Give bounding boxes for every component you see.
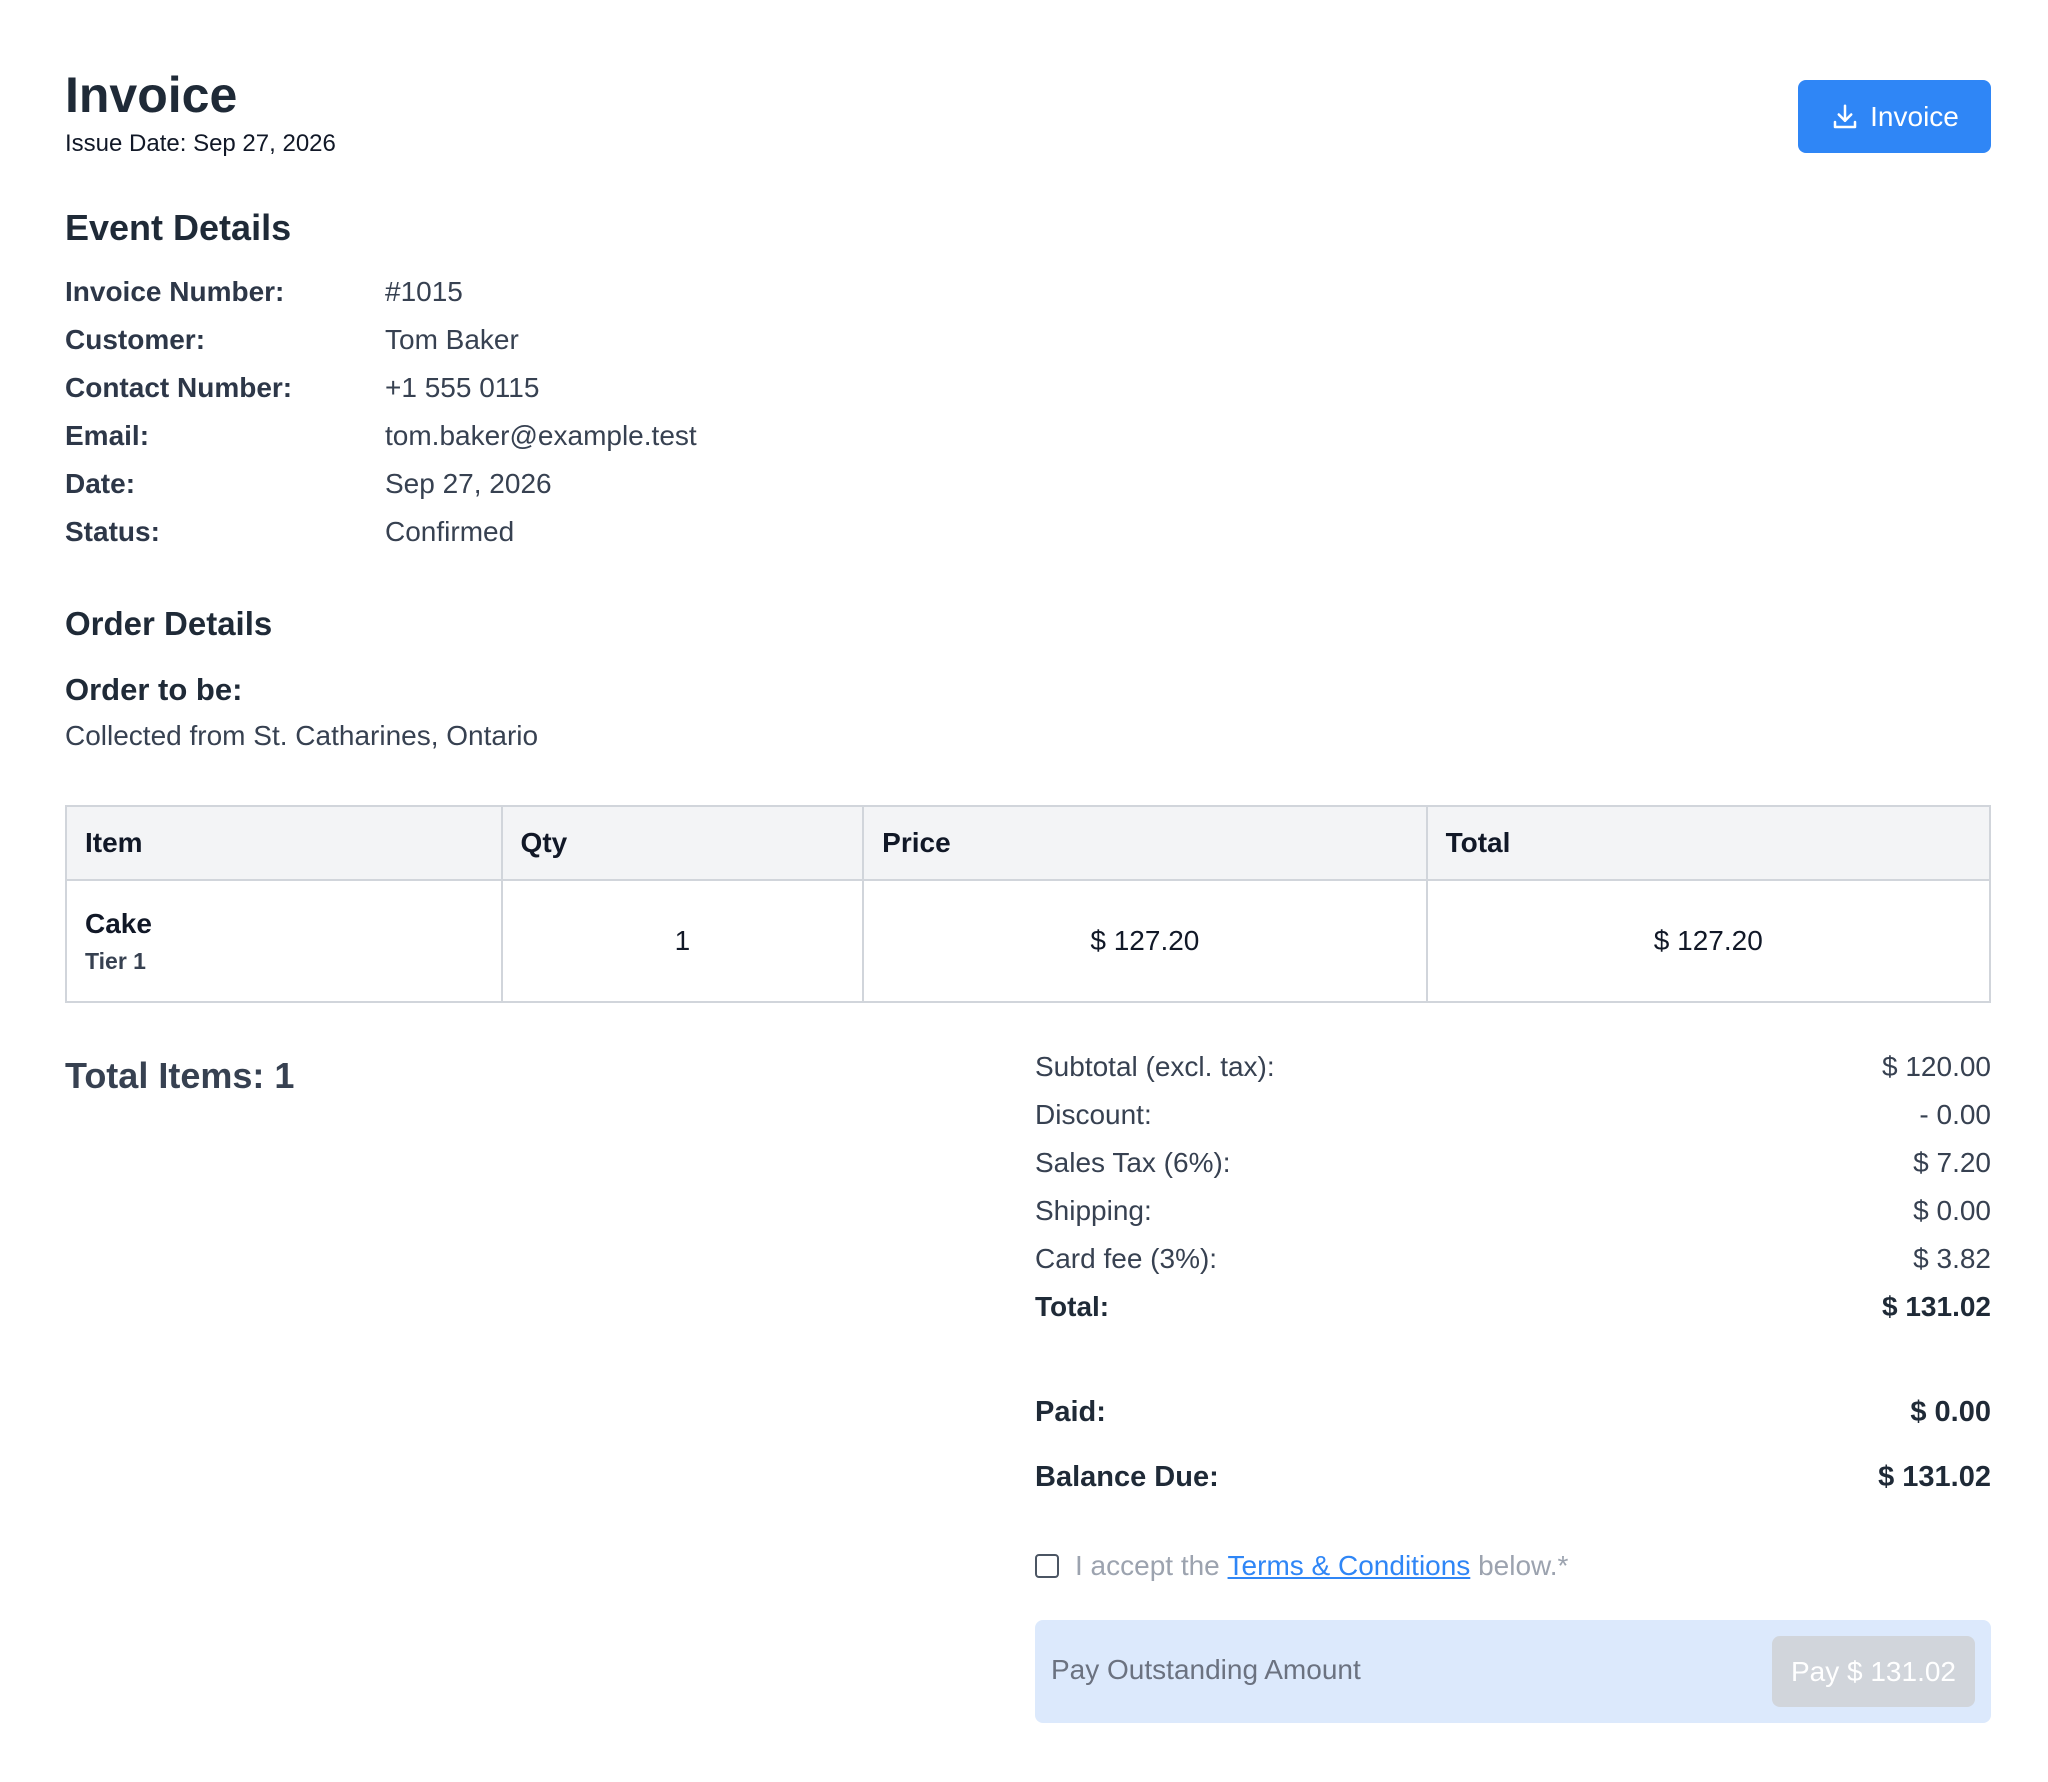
terms-checkbox[interactable] [1035,1554,1059,1578]
detail-value: tom.baker@example.test [385,420,697,451]
column-header-price: Price [862,805,1428,881]
column-header-total: Total [1425,805,1992,881]
detail-label: Invoice Number: [65,276,285,307]
total-items: Total Items: 1 [65,1055,295,1096]
detail-value: +1 555 0115 [385,372,540,403]
pay-button[interactable]: Pay $ 131.02 [1772,1636,1975,1707]
fulfilment-location: Collected from St. Catharines, Ontario [65,720,539,751]
terms-acceptance: I accept the Terms & Conditions below.* [1035,1550,1568,1582]
summary-label: Total: [1035,1291,1110,1322]
summary-value: $ 0.00 [1913,1195,1991,1226]
summary-label: Discount: [1035,1099,1152,1130]
summary-row-shipping: Shipping: $ 0.00 [1035,1195,1991,1235]
item-total: $ 127.20 [1425,879,1992,1003]
detail-label: Status: [65,516,160,547]
event-details-heading: Event Details [65,207,292,248]
invoice-page: Invoice Issue Date: Sep 27, 2026 Invoice… [65,0,1992,1782]
issue-date: Issue Date: Sep 27, 2026 [65,130,336,157]
items-table: Item Qty Price Total Cake Tier 1 1 $ 127… [65,805,1992,1003]
summary-label: Card fee (3%): [1035,1243,1218,1274]
detail-label: Customer: [65,324,206,355]
order-to-be-heading: Order to be: [65,672,243,707]
pay-outstanding-panel: Pay Outstanding Amount Pay $ 131.02 [1035,1620,1991,1723]
download-invoice-label: Invoice [1870,100,1959,132]
balance-due-label: Balance Due: [1035,1461,1219,1493]
column-header-item: Item [65,805,503,881]
paid-label: Paid: [1035,1396,1106,1428]
summary-value: $ 3.82 [1913,1243,1991,1274]
balance-due-value: $ 131.02 [1878,1461,1991,1493]
item-variant: Tier 1 [85,947,146,974]
summary-row-card-fee: Card fee (3%): $ 3.82 [1035,1243,1991,1283]
terms-link[interactable]: Terms & Conditions [1228,1550,1471,1582]
detail-value: Confirmed [385,516,515,547]
table-row: Cake Tier 1 1 $ 127.20 $ 127.20 [65,879,1992,1003]
summary-label: Shipping: [1035,1195,1152,1226]
detail-value: #1015 [385,276,463,307]
paid-value: $ 0.00 [1910,1396,1991,1428]
summary-row-total: Total: $ 131.02 [1035,1291,1991,1331]
item-cell: Cake Tier 1 [65,879,503,1003]
download-icon [1833,104,1857,128]
summary-row-discount: Discount: - 0.00 [1035,1099,1991,1139]
item-price: $ 127.20 [862,879,1428,1003]
download-invoice-button[interactable]: Invoice [1798,80,1991,153]
terms-suffix: below.* [1478,1550,1569,1581]
summary-value: $ 120.00 [1882,1051,1991,1082]
summary-row-paid: Paid: $ 0.00 [1035,1396,1991,1436]
detail-label: Contact Number: [65,372,293,403]
summary-row-balance-due: Balance Due: $ 131.02 [1035,1461,1991,1501]
order-details-heading: Order Details [65,605,273,642]
summary-value: - 0.00 [1919,1099,1991,1130]
table-header-row: Item Qty Price Total [65,805,1992,881]
page-title: Invoice [65,67,238,123]
item-qty: 1 [500,879,865,1003]
item-name: Cake [85,907,152,939]
column-header-qty: Qty [500,805,865,881]
pay-outstanding-label: Pay Outstanding Amount [1051,1654,1361,1685]
detail-label: Email: [65,420,150,451]
summary-row-subtotal: Subtotal (excl. tax): $ 120.00 [1035,1051,1991,1091]
summary-label: Subtotal (excl. tax): [1035,1051,1275,1082]
summary-row-sales-tax: Sales Tax (6%): $ 7.20 [1035,1147,1991,1187]
summary-value: $ 131.02 [1882,1291,1991,1322]
detail-label: Date: [65,468,136,499]
detail-value: Tom Baker [385,324,519,355]
detail-value: Sep 27, 2026 [385,468,552,499]
terms-prefix: I accept the [1075,1550,1220,1581]
summary-label: Sales Tax (6%): [1035,1147,1231,1178]
summary-value: $ 7.20 [1913,1147,1991,1178]
